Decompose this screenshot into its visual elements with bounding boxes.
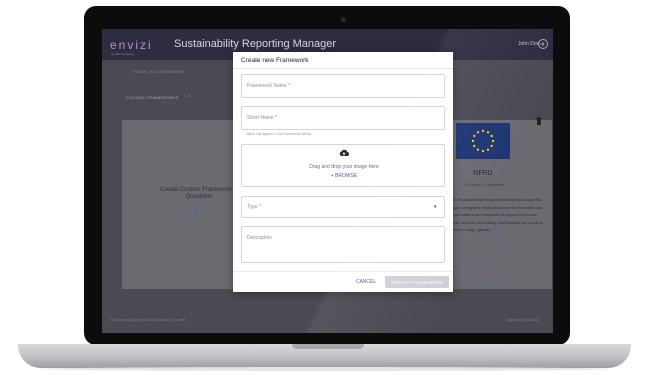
- framework-name-field[interactable]: Framework Name *: [241, 74, 445, 98]
- user-name[interactable]: John Doe: [518, 41, 539, 47]
- laptop-mockup: envizi an IBM Company Sustainability Rep…: [0, 0, 649, 375]
- app-screen: envizi an IBM Company Sustainability Rep…: [102, 29, 553, 333]
- footer-copyright: All Content Copyright Envizi Software Pt…: [110, 318, 187, 322]
- short-name-field[interactable]: Short Name *: [241, 106, 445, 130]
- dialog-title: Create new Framework: [241, 57, 309, 64]
- short-name-helper: Name will appear in the Framework librar…: [246, 132, 312, 136]
- dropzone-text: Drag and drop your image here: [309, 164, 379, 170]
- framework-description: Non-Financial Reporting Directive lays t…: [449, 196, 547, 234]
- eu-flag-image: [456, 123, 510, 159]
- app-title: Sustainability Reporting Manager: [174, 38, 337, 50]
- create-framework-button[interactable]: CREATE FRAMEWORK: [385, 276, 449, 288]
- camera: [341, 17, 346, 22]
- logo-subtitle: an IBM Company: [111, 52, 135, 56]
- description-field[interactable]: Description: [241, 226, 445, 263]
- type-label: Type *: [247, 204, 262, 210]
- trash-icon[interactable]: [536, 117, 542, 127]
- create-framework-text: Create Custom Framework & Questions: [160, 187, 238, 200]
- create-framework-dialog: Create new Framework Framework Name * Sh…: [233, 52, 453, 292]
- more-link[interactable]: more...: [492, 227, 504, 232]
- image-dropzone[interactable]: Drag and drop your image here + BROWSE: [241, 144, 445, 187]
- upload-cloud-icon: [339, 148, 349, 158]
- edit-framework-button[interactable]: ✎ EDIT FRAMEWORK: [457, 280, 498, 285]
- collapse-caret-icon[interactable]: ^: [188, 95, 190, 101]
- laptop-notch: [292, 344, 364, 349]
- logout-icon[interactable]: [538, 39, 548, 49]
- framework-title: NFRD: [473, 170, 493, 177]
- section-label: CUSTOM FRAMEWORKS: [126, 95, 179, 100]
- framework-name-label: Framework Name *: [247, 83, 291, 89]
- chevron-down-icon: ▾: [434, 204, 437, 210]
- short-name-label: Short Name *: [247, 115, 278, 121]
- cancel-button[interactable]: CANCEL: [349, 276, 383, 288]
- footer-organised-by: Organised by ENVIZI: [506, 318, 540, 322]
- back-to-dashboard-link[interactable]: ‹ BACK TO DASHBOARD: [132, 69, 184, 74]
- divider: [233, 271, 453, 272]
- divider: [233, 68, 453, 69]
- type-select[interactable]: Type * ▾: [241, 196, 445, 218]
- description-label: Description: [247, 235, 273, 241]
- plus-icon[interactable]: +: [192, 207, 198, 219]
- browse-button[interactable]: + BROWSE: [242, 173, 446, 179]
- logo[interactable]: envizi: [110, 38, 153, 52]
- laptop-shadow: [40, 367, 609, 371]
- framework-meta: 5 Topics • 5 Questions: [465, 182, 505, 187]
